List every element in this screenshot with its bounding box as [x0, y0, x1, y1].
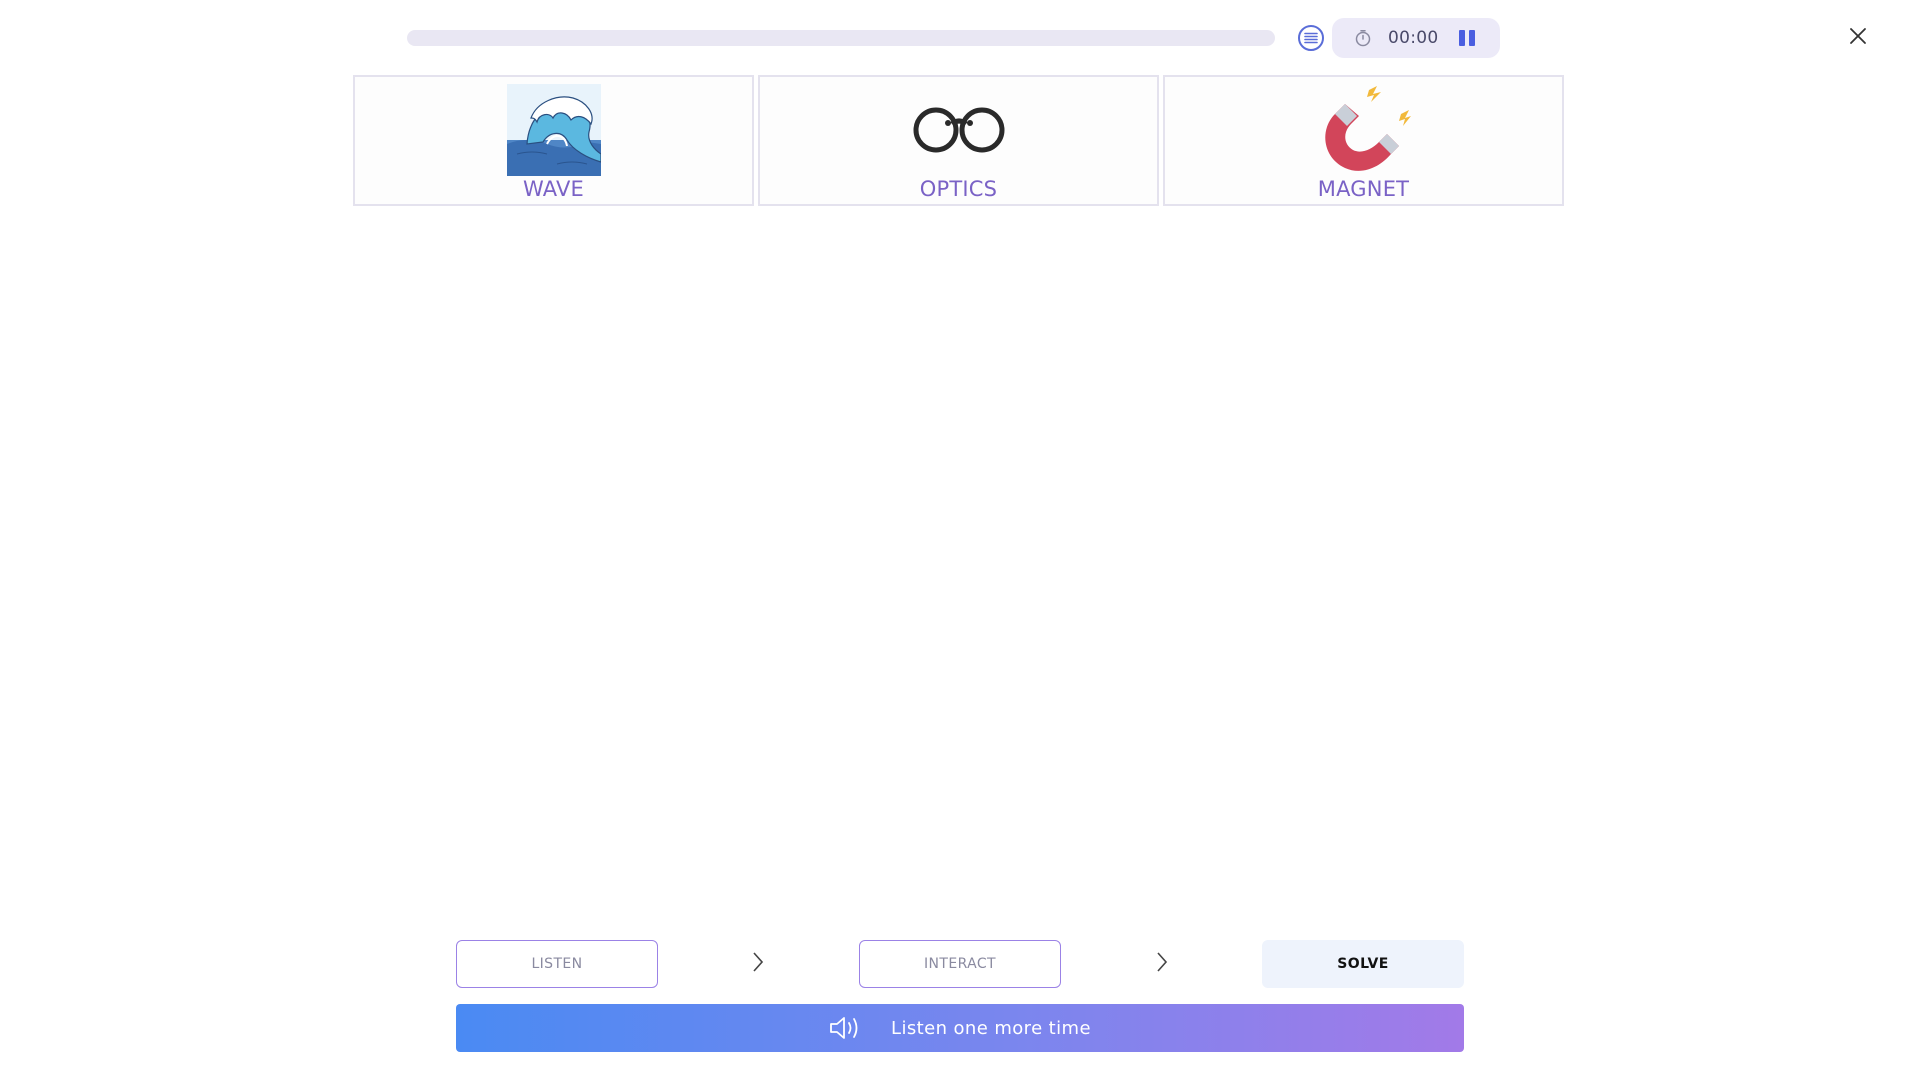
- card-label-magnet: MAGNET: [1317, 177, 1410, 201]
- card-label-wave: WAVE: [522, 177, 585, 201]
- exercise-screen: 00:00 WAVE OPTICS MAGNET LISTEN INTERACT…: [0, 0, 1920, 1080]
- stopwatch-icon: [1355, 30, 1371, 47]
- speaker-icon: [830, 1017, 858, 1039]
- card-wave[interactable]: WAVE: [353, 75, 754, 206]
- timer-value: 00:00: [1388, 28, 1439, 48]
- pause-icon-bar: [1469, 30, 1475, 46]
- list-icon: [1304, 32, 1318, 44]
- listen-again-label: Listen one more time: [891, 1017, 1091, 1039]
- step-solve-button[interactable]: SOLVE: [1262, 940, 1464, 988]
- progress-bar: [407, 30, 1275, 46]
- glasses-image: [913, 107, 1004, 153]
- list-button[interactable]: [1298, 25, 1324, 51]
- option-cards: WAVE OPTICS MAGNET: [353, 75, 1564, 206]
- pause-icon-bar: [1459, 30, 1465, 46]
- wave-image: [506, 84, 601, 176]
- close-icon[interactable]: [1846, 24, 1870, 48]
- chevron-right-icon: [1157, 952, 1168, 972]
- card-optics[interactable]: OPTICS: [758, 75, 1159, 206]
- card-label-optics: OPTICS: [919, 177, 998, 201]
- step-listen-button[interactable]: LISTEN: [456, 940, 658, 988]
- chevron-right-icon: [753, 952, 764, 972]
- card-magnet[interactable]: MAGNET: [1163, 75, 1564, 206]
- step-interact-button[interactable]: INTERACT: [859, 940, 1061, 988]
- pause-button[interactable]: [1458, 30, 1476, 48]
- listen-again-button[interactable]: Listen one more time: [456, 1004, 1464, 1052]
- timer: 00:00: [1332, 18, 1500, 58]
- magnet-image: [1324, 86, 1411, 171]
